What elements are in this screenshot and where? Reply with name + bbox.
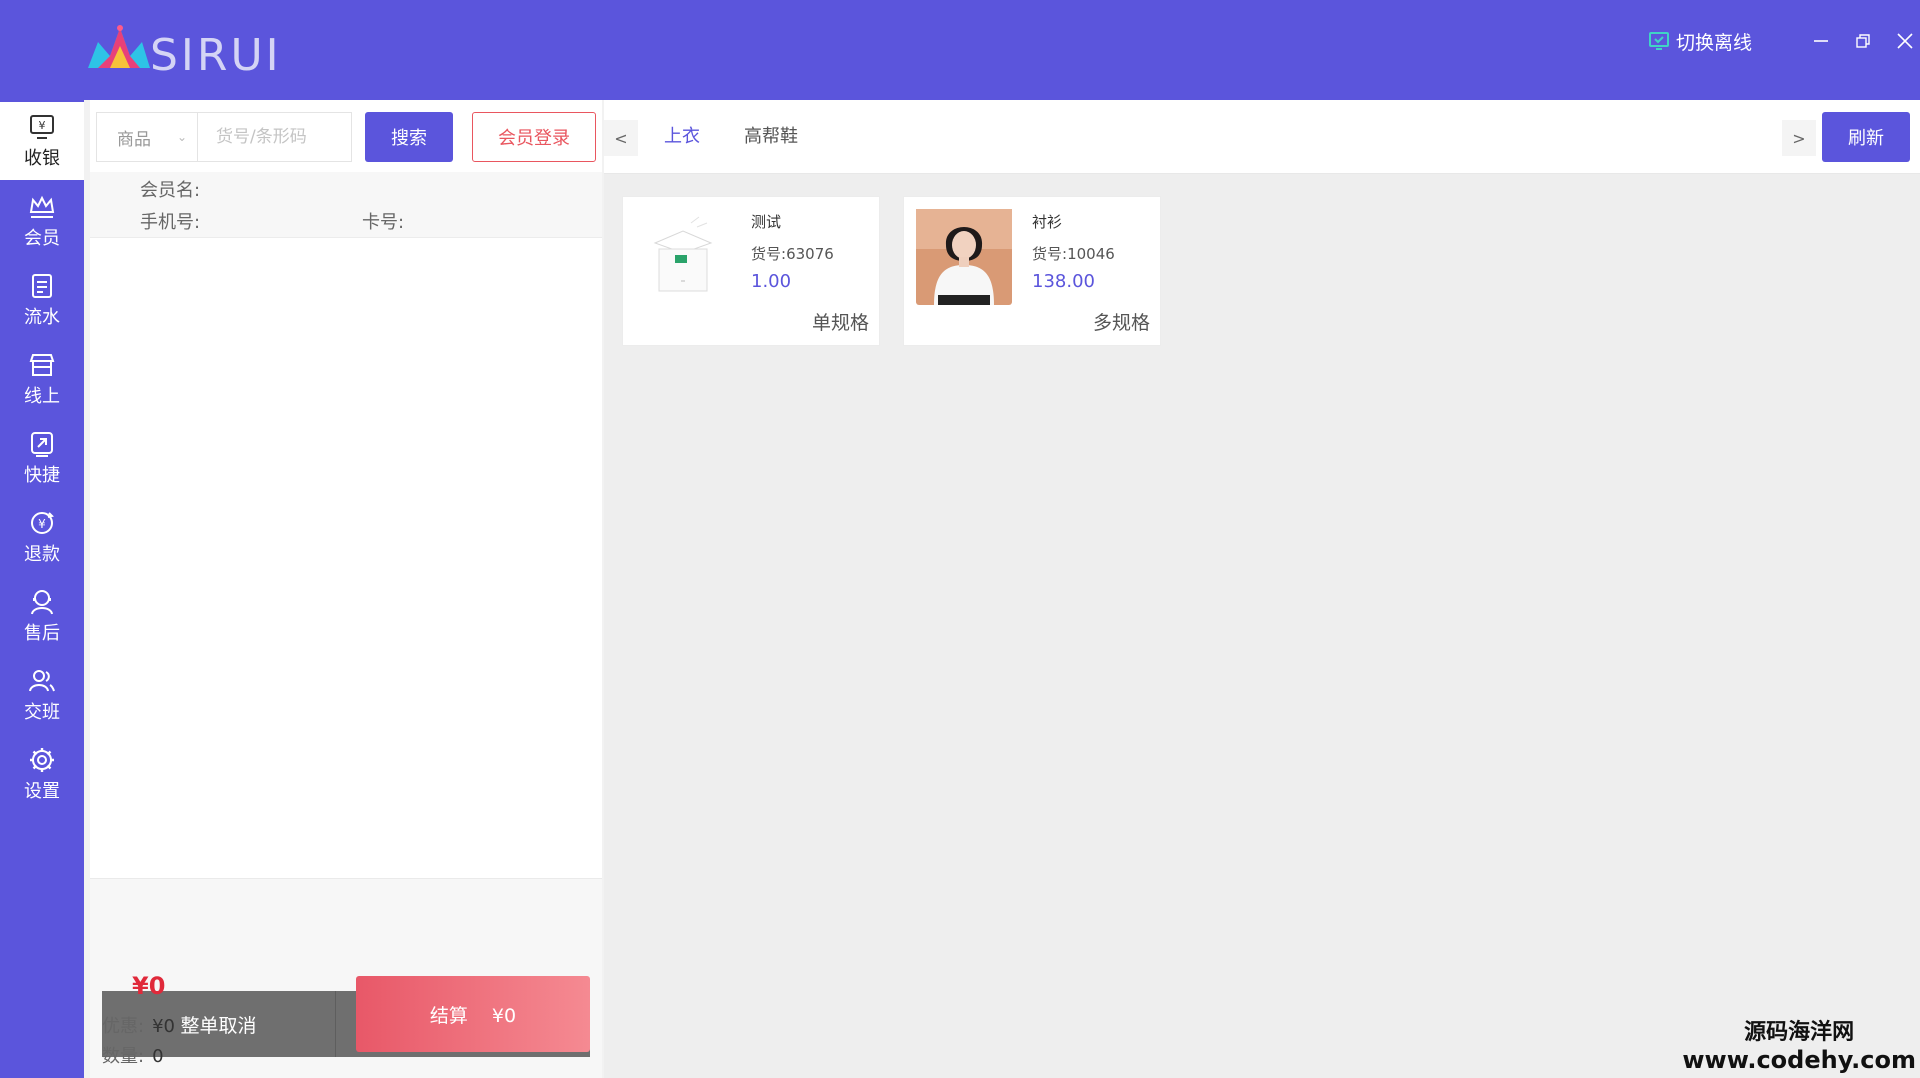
member-login-button[interactable]: 会员登录	[472, 112, 596, 162]
search-button[interactable]: 搜索	[365, 112, 453, 162]
product-name: 衬衫	[1032, 213, 1063, 231]
switch-offline-label: 切换离线	[1676, 31, 1753, 54]
sidebar-item-shortcut[interactable]: 快捷	[0, 419, 84, 497]
member-phone-label: 手机号:	[140, 212, 201, 233]
quantity-label: 数量:	[102, 1046, 145, 1067]
sidebar-item-label: 会员	[24, 228, 60, 249]
close-icon	[1897, 33, 1913, 49]
sidebar-item-ledger[interactable]: 流水	[0, 261, 84, 339]
product-spec: 单规格	[811, 312, 869, 334]
monitor-check-icon	[1649, 32, 1669, 50]
product-price: 1.00	[751, 271, 792, 292]
sidebar-item-after-sales[interactable]: 售后	[0, 577, 84, 655]
product-spec: 多规格	[1092, 312, 1150, 334]
sidebar-item-label: 线上	[24, 386, 60, 407]
product-code-value: 63076	[786, 245, 834, 263]
search-type-value: 商品	[117, 129, 151, 150]
chevron-down-icon: ⌄	[176, 130, 187, 144]
search-type-select[interactable]: 商品 ⌄	[96, 112, 198, 162]
product-area: < 上衣 高帮鞋 > 刷新 测试 货号:63076 1.00 单规格 衬衫 货号…	[604, 100, 1920, 1078]
minimize-button[interactable]	[1808, 28, 1834, 54]
switch-offline-button[interactable]: 切换离线	[1648, 26, 1752, 56]
discount-label: 优惠:	[102, 1016, 145, 1037]
support-icon	[31, 590, 53, 615]
quantity-value: 0	[152, 1046, 164, 1067]
watermark-url: www.codehy.com	[1682, 1046, 1916, 1074]
sidebar-item-label: 售后	[24, 623, 60, 644]
cart-list	[90, 238, 602, 878]
watermark: 源码海洋网 www.codehy.com	[1682, 1014, 1916, 1074]
member-card-label: 卡号:	[362, 212, 405, 233]
restore-icon	[1856, 34, 1870, 48]
category-tabs: < 上衣 高帮鞋 > 刷新	[604, 100, 1920, 174]
product-code: 货号:63076	[751, 243, 834, 264]
shortcut-icon	[31, 432, 53, 457]
sidebar-item-label: 流水	[24, 307, 60, 328]
gear-icon	[30, 748, 54, 772]
checkout-button[interactable]: 结算 ¥0	[356, 976, 590, 1052]
svg-text:¥: ¥	[38, 517, 46, 531]
product-code: 货号:10046	[1032, 243, 1115, 264]
checkout-amount: ¥0	[491, 1004, 517, 1027]
checkout-label: 结算	[429, 1004, 468, 1027]
svg-text:¥: ¥	[39, 119, 46, 132]
package-image	[635, 209, 731, 305]
discount-line: 优惠: ¥0	[102, 1012, 175, 1038]
sidebar-item-label: 收银	[24, 148, 60, 169]
sidebar-item-label: 快捷	[24, 465, 60, 486]
handover-icon	[29, 670, 55, 692]
product-price: 138.00	[1032, 271, 1095, 292]
product-code-value: 10046	[1067, 245, 1115, 263]
shirt-model-image	[916, 209, 1012, 305]
title-bar: SIRUI 切换离线	[0, 0, 1920, 100]
sidebar-item-label: 交班	[24, 702, 60, 723]
crown-logo-icon	[88, 25, 150, 68]
sidebar-item-cashier[interactable]: ¥ 收银	[0, 102, 84, 180]
product-card[interactable]: 衬衫 货号:10046 138.00 多规格	[903, 196, 1161, 346]
quantity-line: 数量: 0	[102, 1042, 164, 1068]
product-card[interactable]: 测试 货号:63076 1.00 单规格	[622, 196, 880, 346]
watermark-cn: 源码海洋网	[1744, 1020, 1855, 1045]
tabs-next-button[interactable]: >	[1782, 120, 1816, 156]
product-code-label: 货号:	[1032, 245, 1068, 263]
sidebar-item-label: 退款	[24, 544, 60, 565]
refresh-button[interactable]: 刷新	[1822, 112, 1910, 162]
app-logo: SIRUI	[84, 24, 284, 81]
cart-panel: 商品 ⌄ 搜索 会员登录 会员名: 手机号: 卡号: 整单取消 挂单 0	[90, 100, 602, 1078]
search-bar: 商品 ⌄ 搜索 会员登录	[96, 112, 596, 162]
order-total: ¥0	[132, 972, 166, 1000]
sidebar-item-refund[interactable]: ¥ 退款	[0, 498, 84, 576]
sidebar-item-handover[interactable]: 交班	[0, 656, 84, 734]
restore-button[interactable]	[1850, 28, 1876, 54]
sidebar-item-label: 设置	[24, 781, 60, 802]
ledger-icon	[32, 274, 52, 298]
minimize-icon	[1814, 40, 1828, 42]
product-code-label: 货号:	[751, 245, 787, 263]
crown-icon	[29, 195, 55, 218]
search-input[interactable]	[198, 112, 352, 162]
refund-icon: ¥	[31, 512, 54, 534]
sidebar-item-online[interactable]: 线上	[0, 340, 84, 418]
tab-tops[interactable]: 上衣	[664, 122, 700, 148]
member-name-label: 会员名:	[140, 180, 201, 201]
tabs-prev-button[interactable]: <	[604, 120, 638, 156]
discount-value: ¥0	[152, 1016, 175, 1037]
close-button[interactable]	[1892, 28, 1918, 54]
member-info: 会员名: 手机号: 卡号:	[90, 172, 602, 238]
sidebar-item-settings[interactable]: 设置	[0, 735, 84, 813]
sidebar-item-member[interactable]: 会员	[0, 182, 84, 260]
logo-text: SIRUI	[150, 30, 282, 81]
product-name: 测试	[751, 213, 782, 231]
tab-high-top-shoes[interactable]: 高帮鞋	[744, 122, 798, 148]
sidebar: ¥ 收银 会员 流水 线上 快捷 ¥ 退款 售后 交班 设置	[0, 100, 84, 1078]
cashier-icon: ¥	[30, 115, 54, 139]
store-icon	[29, 354, 55, 376]
